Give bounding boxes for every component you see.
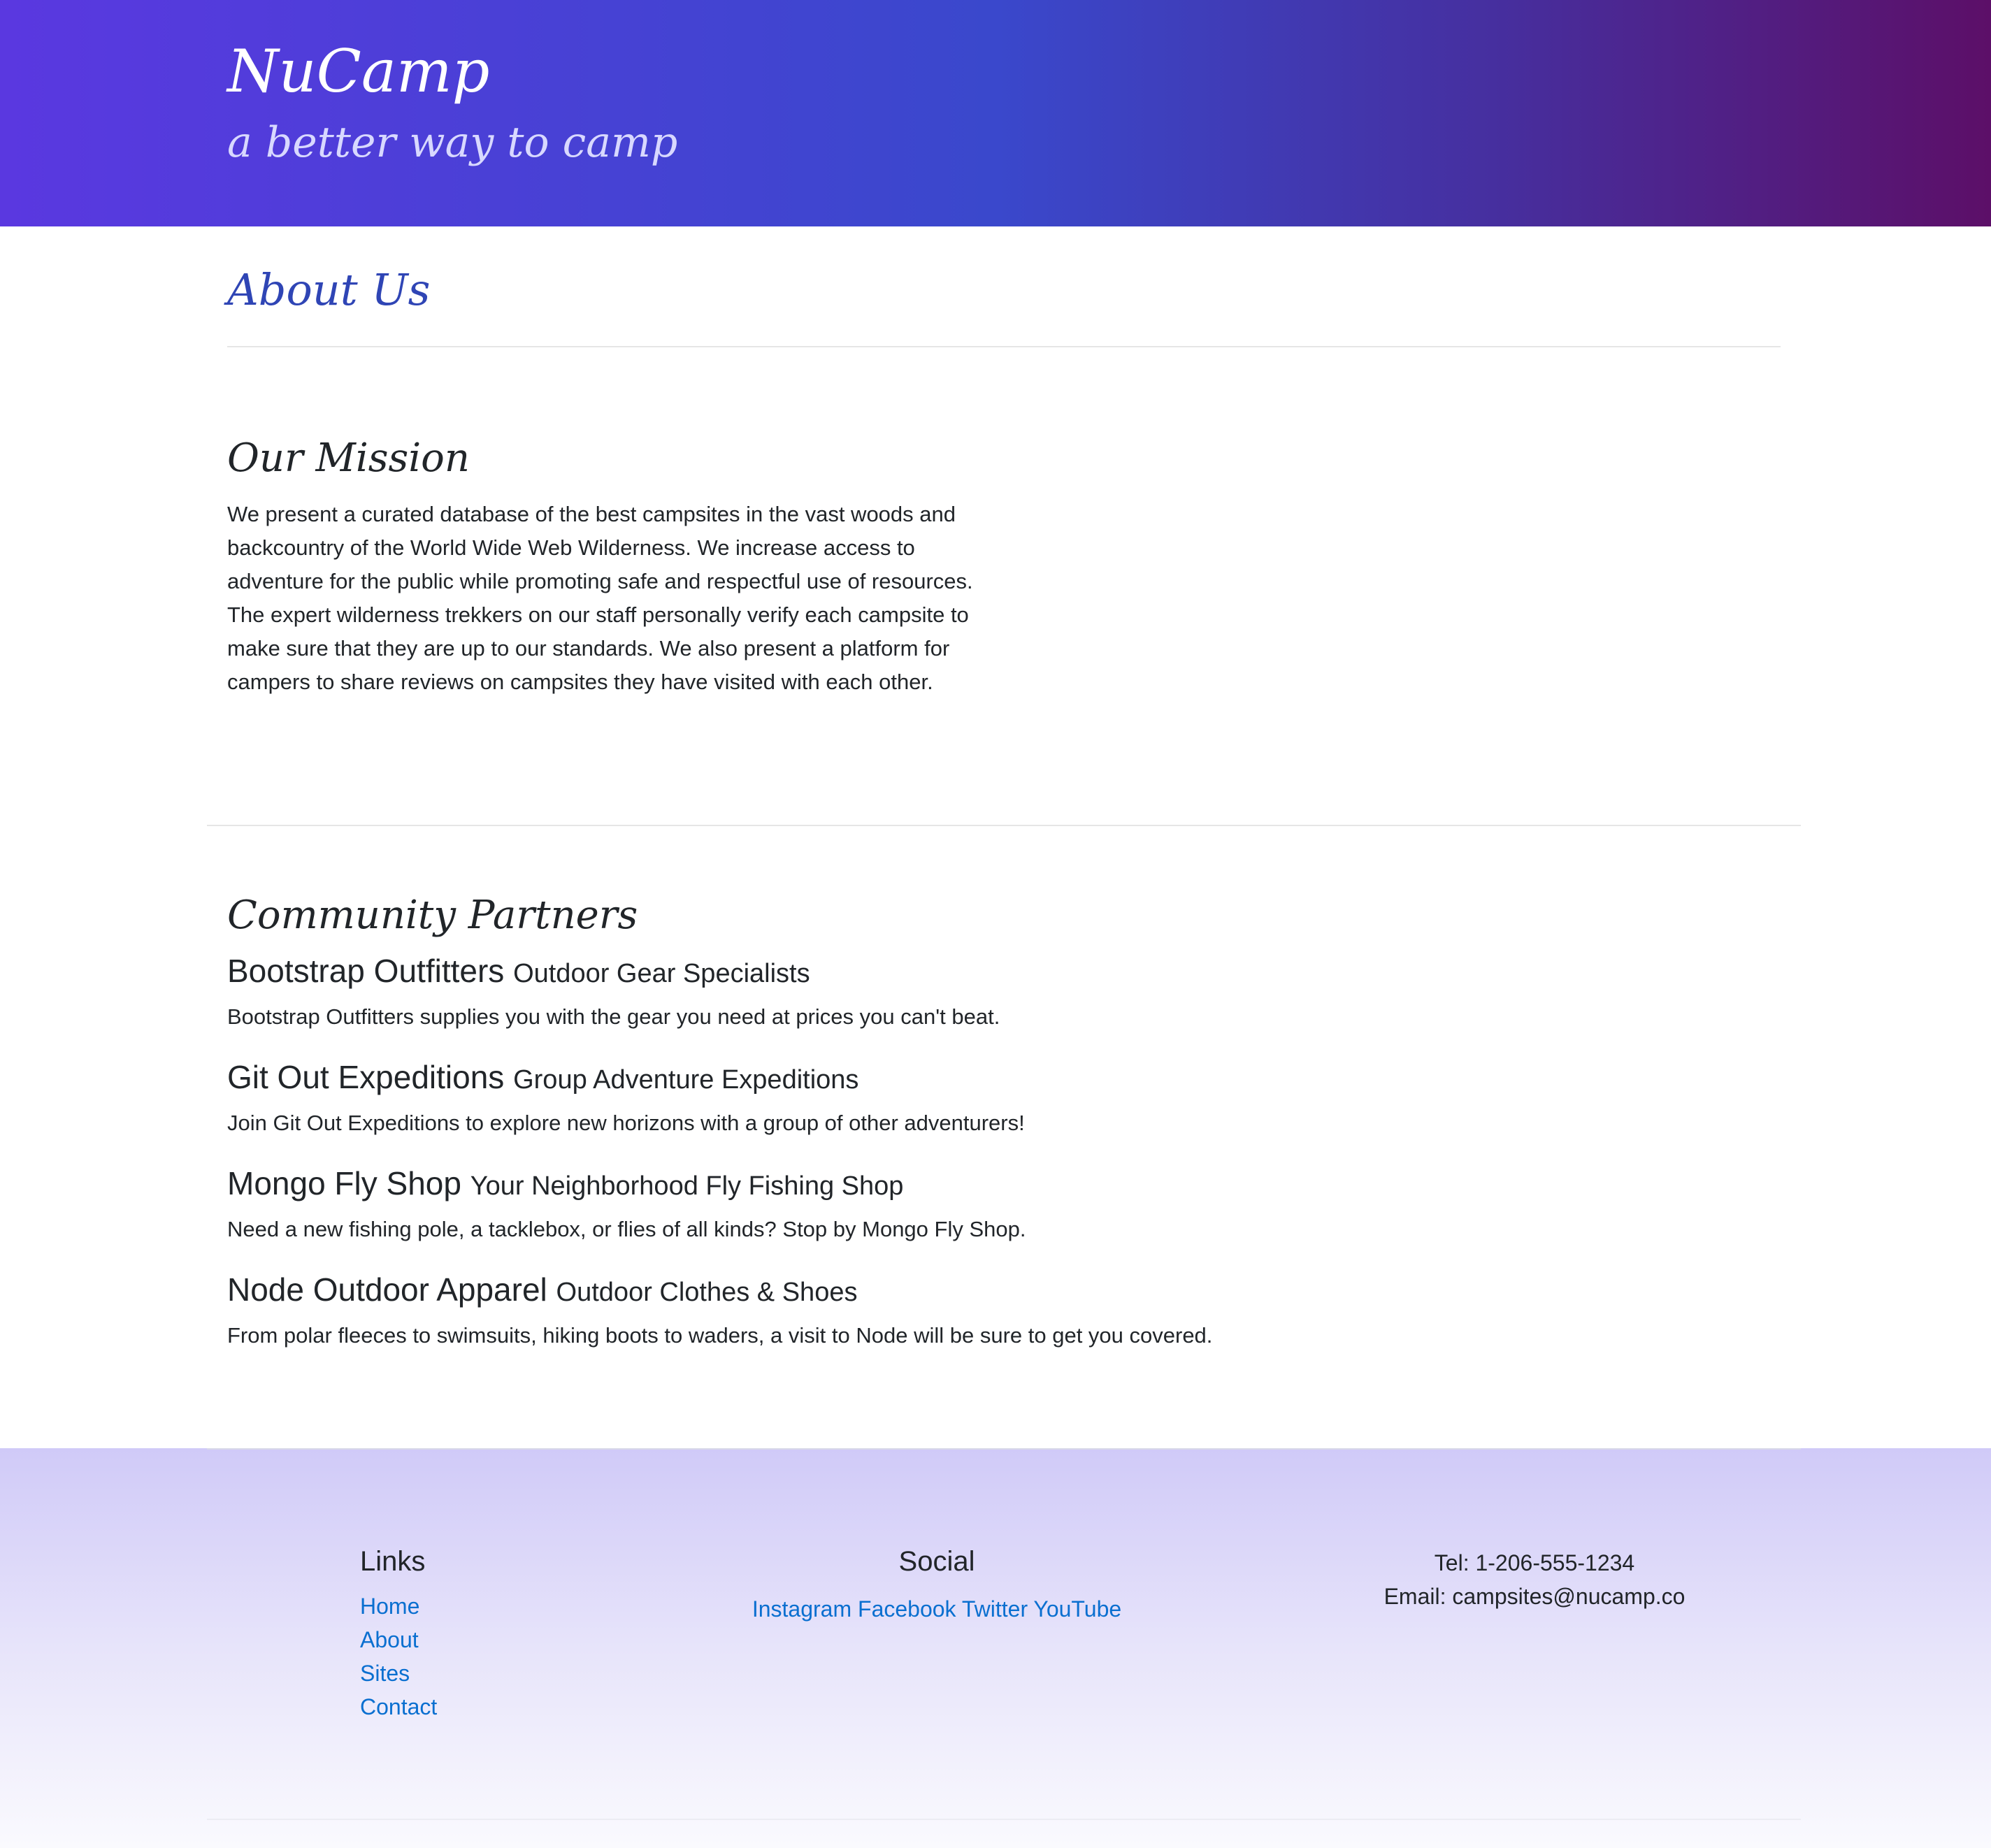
footer-bottom-divider [207, 1819, 1801, 1820]
partner-description: Bootstrap Outfitters supplies you with t… [227, 1004, 1000, 1030]
partner-subtitle: Outdoor Clothes & Shoes [556, 1278, 858, 1307]
footer-links-list: Home About Sites Contact [360, 1589, 437, 1724]
footer-social-heading: Social [898, 1546, 975, 1577]
footer-social-column: Social Instagram Facebook Twitter YouTub… [727, 1545, 1147, 1626]
partner-subtitle: Group Adventure Expeditions [513, 1065, 859, 1095]
partner-item: Git Out Expeditions Group Adventure Expe… [227, 1058, 1555, 1140]
twitter-link[interactable]: Twitter [962, 1596, 1028, 1622]
footer-link-item: About [360, 1623, 437, 1656]
footer-link-contact[interactable]: Contact [360, 1694, 437, 1719]
partner-subtitle: Outdoor Gear Specialists [513, 959, 810, 988]
partner-heading: Bootstrap Outfitters Outdoor Gear Specia… [227, 952, 1555, 990]
site-header: NuCamp a better way to camp [0, 0, 1991, 226]
partner-name: Node Outdoor Apparel [227, 1271, 547, 1308]
site-footer [0, 1448, 1991, 1848]
partner-heading: Mongo Fly Shop Your Neighborhood Fly Fis… [227, 1164, 1555, 1203]
partner-subtitle: Your Neighborhood Fly Fishing Shop [470, 1171, 904, 1201]
brand-tagline: a better way to camp [227, 118, 678, 167]
contact-phone: Tel: 1-206-555-1234 [1434, 1550, 1635, 1575]
partner-heading: Git Out Expeditions Group Adventure Expe… [227, 1058, 1555, 1097]
partner-name: Git Out Expeditions [227, 1059, 505, 1095]
facebook-link[interactable]: Facebook [858, 1596, 956, 1622]
footer-link-about[interactable]: About [360, 1627, 419, 1652]
brand-title: NuCamp [227, 37, 490, 106]
partner-item: Node Outdoor Apparel Outdoor Clothes & S… [227, 1271, 1555, 1352]
social-links: Instagram Facebook Twitter YouTube [727, 1592, 1147, 1626]
contact-email: Email: campsites@nucamp.co [1383, 1584, 1685, 1609]
partner-description: Need a new fishing pole, a tacklebox, or… [227, 1217, 1026, 1242]
partner-name: Mongo Fly Shop [227, 1165, 461, 1201]
instagram-link[interactable]: Instagram [752, 1596, 851, 1622]
footer-link-item: Sites [360, 1656, 437, 1690]
footer-link-item: Contact [360, 1690, 437, 1724]
footer-contact-column: Tel: 1-206-555-1234 Email: campsites@nuc… [1325, 1546, 1744, 1613]
partner-item: Bootstrap Outfitters Outdoor Gear Specia… [227, 952, 1555, 1034]
footer-top-divider [207, 1448, 1801, 1450]
partner-description: From polar fleeces to swimsuits, hiking … [227, 1323, 1213, 1348]
section-divider [207, 825, 1801, 826]
partner-heading: Node Outdoor Apparel Outdoor Clothes & S… [227, 1271, 1555, 1309]
footer-link-home[interactable]: Home [360, 1594, 419, 1619]
partner-description: Join Git Out Expeditions to explore new … [227, 1111, 1025, 1136]
footer-links-column: Links Home About Sites Contact [360, 1545, 437, 1724]
youtube-link[interactable]: YouTube [1033, 1596, 1121, 1622]
partner-item: Mongo Fly Shop Your Neighborhood Fly Fis… [227, 1164, 1555, 1246]
page-title: About Us [227, 264, 431, 315]
footer-links-heading: Links [360, 1546, 426, 1577]
partner-name: Bootstrap Outfitters [227, 953, 505, 989]
mission-heading: Our Mission [227, 435, 470, 481]
footer-link-sites[interactable]: Sites [360, 1661, 410, 1686]
partners-heading: Community Partners [227, 893, 638, 938]
title-divider [227, 346, 1781, 347]
footer-link-item: Home [360, 1589, 437, 1623]
mission-text: We present a curated database of the bes… [227, 502, 973, 694]
